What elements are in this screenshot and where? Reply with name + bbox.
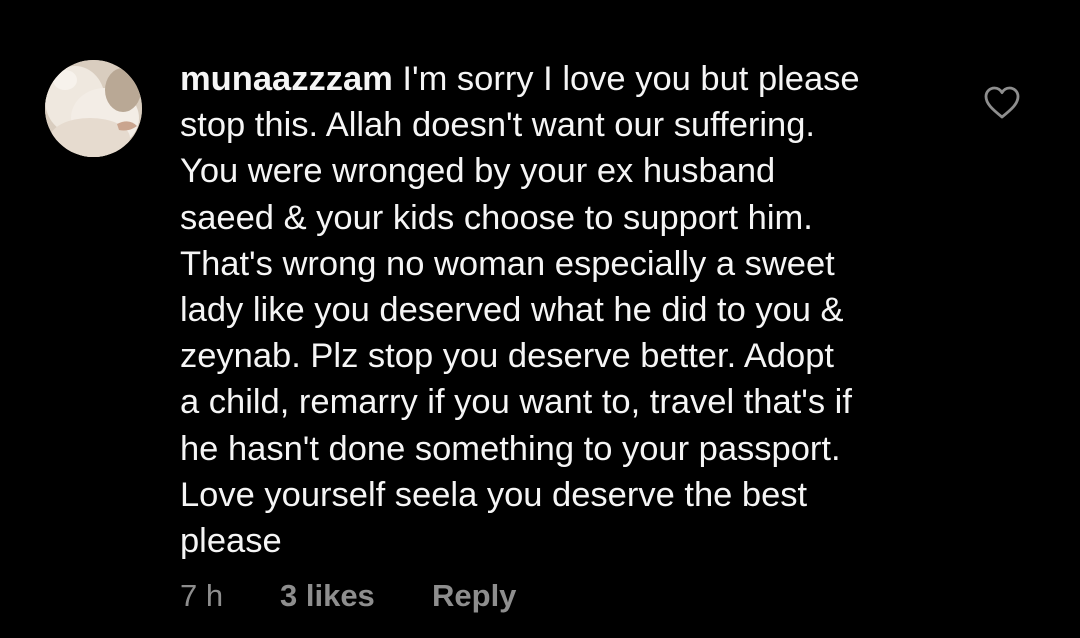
comment-line: zeynab. Plz stop you deserve better. Ado…	[180, 337, 835, 376]
like-button[interactable]	[984, 86, 1020, 120]
comment: munaazzzam I'm sorry I love you but plea…	[0, 0, 1080, 638]
comment-text: munaazzzam I'm sorry I love you but plea…	[180, 56, 960, 564]
comment-line: a child, remarry if you want to, travel …	[180, 383, 852, 422]
likes-count-button[interactable]: 3 likes	[280, 576, 375, 616]
heart-outline-icon	[984, 86, 1020, 119]
comment-line: he hasn't done something to your passpor…	[180, 429, 841, 468]
comment-line: Love yourself seela you deserve the best	[180, 475, 808, 514]
comment-line: stop this. Allah doesn't want our suffer…	[180, 106, 815, 145]
comment-line: You were wronged by your ex husband	[180, 152, 776, 191]
timestamp: 7 h	[180, 578, 224, 613]
comment-line: munaazzzam I'm sorry I love you but plea…	[180, 56, 960, 102]
comment-line: saeed & your kids choose to support him.	[180, 198, 813, 237]
reply-button[interactable]: Reply	[432, 576, 516, 616]
comment-text-segment: I'm sorry I love you but please	[392, 60, 860, 98]
comment-line: That's wrong no woman especially a sweet	[180, 244, 835, 283]
comment-line: please	[180, 522, 282, 561]
avatar[interactable]	[45, 60, 142, 157]
avatar-photo-icon	[45, 60, 142, 157]
comment-line: lady like you deserved what he did to yo…	[180, 291, 844, 330]
username-link[interactable]: munaazzzam	[180, 60, 393, 98]
